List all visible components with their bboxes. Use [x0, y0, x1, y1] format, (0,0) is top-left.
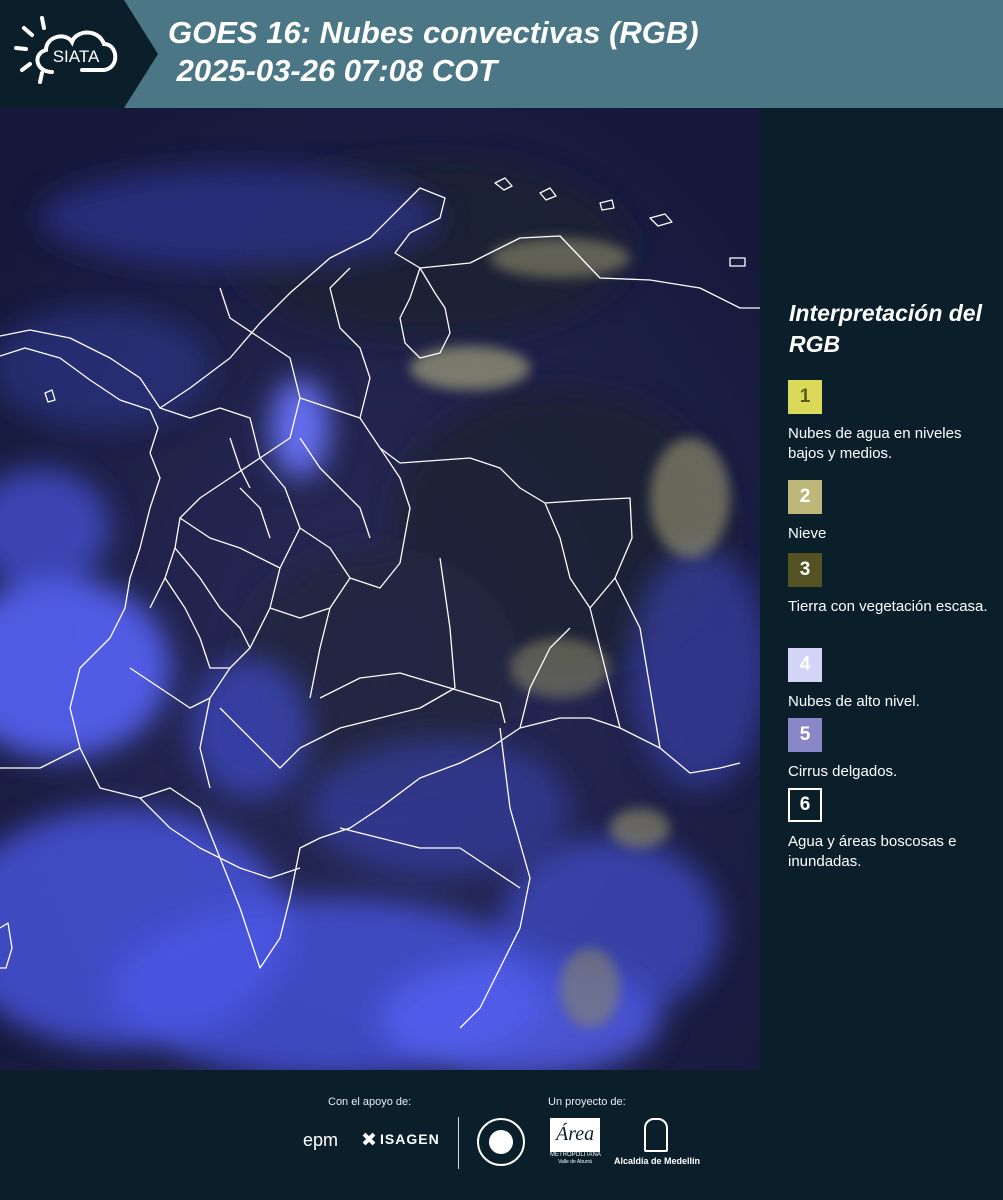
legend-label: Agua y áreas boscosas e inundadas.	[788, 833, 957, 870]
legend-label: Tierra con vegetación escasa.	[788, 598, 988, 615]
isagen-logo-icon: ISAGEN	[362, 1131, 440, 1147]
siata-logo-icon: SIATA	[0, 0, 158, 108]
project-label: Un proyecto de:	[548, 1096, 626, 1108]
legend-swatch: 3	[788, 553, 822, 587]
isagen-logo-text: ISAGEN	[380, 1131, 440, 1147]
isagen-mark-icon	[362, 1132, 376, 1146]
legend-panel: Interpretación del RGB 1 Nubes de agua en…	[760, 108, 1003, 1070]
legend-swatch: 4	[788, 648, 822, 682]
support-label: Con el apoyo de:	[328, 1096, 412, 1108]
area-logo-text: Área	[556, 1123, 595, 1145]
area-logo-sub2: Valle de Aburrá	[558, 1159, 592, 1165]
area-logo-sub: METROPOLITANA	[550, 1152, 601, 1158]
alcaldia-logo-text: Alcaldía de Medellín	[613, 1156, 701, 1166]
legend-item: 6 Agua y áreas boscosas e inundadas.	[788, 788, 988, 872]
legend-title: Interpretación del RGB	[789, 300, 982, 357]
area-metropolitana-logo-icon: Área METROPOLITANA Valle de Aburrá	[550, 1118, 601, 1168]
medellin-seal-icon	[477, 1118, 525, 1166]
legend-label: Nubes de agua en niveles bajos y medios.	[788, 425, 962, 462]
legend-label: Nieve	[788, 525, 827, 542]
page-title: GOES 16: Nubes convectivas (RGB) 2025-03…	[168, 15, 699, 88]
epm-logo-icon: epm	[303, 1130, 339, 1150]
legend-item: 5 Cirrus delgados.	[788, 718, 988, 782]
legend-label: Nubes de alto nivel.	[788, 693, 920, 710]
siata-logo-text: SIATA	[53, 47, 100, 66]
legend-label: Cirrus delgados.	[788, 763, 898, 780]
legend-item: 2 Nieve	[788, 480, 988, 544]
legend-item: 3 Tierra con vegetación escasa.	[788, 553, 988, 617]
legend-swatch: 6	[788, 788, 822, 822]
satellite-image	[0, 108, 760, 1070]
footer-divider	[458, 1117, 459, 1169]
alcaldia-medellin-logo-icon: Alcaldía de Medellín	[612, 1118, 702, 1174]
satellite-map	[0, 108, 760, 1070]
legend-swatch: 1	[788, 380, 822, 414]
legend-item: 4 Nubes de alto nivel.	[788, 648, 988, 712]
legend-swatch: 2	[788, 480, 822, 514]
legend-swatch: 5	[788, 718, 822, 752]
footer: Con el apoyo de: Un proyecto de: epm ISA…	[0, 1070, 1003, 1200]
legend-item: 1 Nubes de agua en niveles bajos y medios…	[788, 380, 988, 464]
header-bar: SIATA GOES 16: Nubes convectivas (RGB) 2…	[0, 0, 1003, 108]
